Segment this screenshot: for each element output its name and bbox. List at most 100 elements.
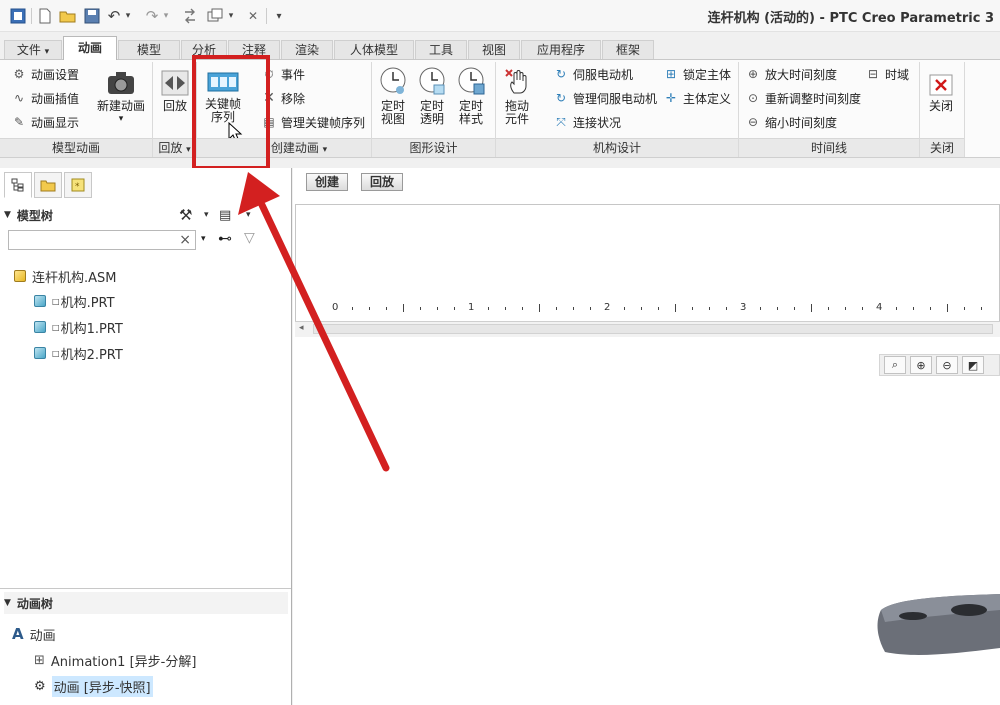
playback-tab-button[interactable]: 回放 [361,173,404,191]
zoom-in-icon[interactable]: ⊕ [910,356,932,374]
repaint-icon[interactable]: ◩ [962,356,984,374]
timed-view-button[interactable]: 定时 视图 [375,66,411,126]
tree-settings-dropdown-icon[interactable]: ▾ [204,210,209,220]
app-menu-icon[interactable] [8,7,28,25]
drag-hand-icon [502,66,532,96]
timed-style-button[interactable]: 定时 样式 [453,66,489,126]
undo-dropdown-icon[interactable]: ▾ [123,7,133,25]
scroll-thumb[interactable] [313,324,993,334]
manage-servo-icon: ↻ [555,91,567,105]
close-window-icon[interactable]: ✕ [245,7,261,25]
ruler-tick [947,304,948,312]
customize-toolbar-icon[interactable]: ▾ [272,7,286,25]
find-binoculars-icon[interactable]: ⊷ [218,231,232,247]
ruler-label: 3 [740,302,747,313]
ruler-tick [692,307,693,310]
filter-icon[interactable]: ▽ [244,230,255,246]
ruler-tick [930,307,931,310]
ruler-label: 4 [876,302,883,313]
tree-columns-dropdown-icon[interactable]: ▾ [246,210,251,220]
redo-icon[interactable]: ↷ [144,7,160,25]
animation-interpolation-item[interactable]: ∿ 动画插值 [10,88,79,108]
animation-item[interactable]: ⊞ Animation1 [异步-分解] [34,650,196,670]
drag-component-button[interactable]: 拖动 元件 [499,66,535,126]
animation-settings-item[interactable]: ⚙ 动画设置 [10,64,79,84]
tree-search-input[interactable]: × [8,230,196,250]
display-icon: ✎ [13,115,25,129]
ruler-tick [386,307,387,310]
create-button[interactable]: 创建 [306,173,349,191]
manage-keyframe-sequence-item[interactable]: ▤ 管理关键帧序列 [260,112,365,132]
tab-manikin[interactable]: 人体模型 [334,40,414,60]
rescale-timescale-item[interactable]: ⊙ 重新调整时间刻度 [744,88,861,108]
tree-item-part[interactable]: □ 机构.PRT [34,291,115,311]
ruler-tick [505,307,506,310]
interpolation-icon: ∿ [13,91,25,105]
tab-file[interactable]: 文件 ▾ [4,40,62,60]
connection-status-item[interactable]: ⤧ 连接状况 [552,112,621,132]
timeline-scrollbar[interactable]: ◂ [295,321,1000,337]
new-animation-button[interactable]: 新建动画 ▾ [92,70,150,126]
tab-applications[interactable]: 应用程序 [521,40,601,60]
time-domain-item[interactable]: ⊟ 时域 [864,64,909,84]
body-definition-item[interactable]: ✛ 主体定义 [662,88,731,108]
tab-tools[interactable]: 工具 [415,40,467,60]
model-tree-tab-icon[interactable] [4,172,32,198]
regenerate-icon[interactable] [181,7,199,25]
tab-framework[interactable]: 框架 [602,40,654,60]
servo-motor-item[interactable]: ↻ 伺服电动机 [552,64,633,84]
playback-button[interactable]: 回放 [156,70,194,113]
collapse-arrow-icon[interactable]: ▼ [4,598,11,608]
highlight-box [192,55,270,170]
manage-servo-motor-item[interactable]: ↻ 管理伺服电动机 [552,88,657,108]
animation-item-selected[interactable]: ⚙ 动画 [异步-快照] [34,675,153,697]
tree-settings-icon[interactable]: ⚒ [179,206,192,224]
timed-transparency-button[interactable]: 定时 透明 [414,66,450,126]
ruler-label: 2 [604,302,611,313]
collapse-arrow-icon[interactable]: ▼ [4,210,11,220]
timeline-panel [295,204,1000,336]
rescale-time-icon: ⊙ [747,91,759,105]
windows-dropdown-icon[interactable]: ▾ [226,7,236,25]
windows-icon[interactable] [206,7,224,25]
group-model-animation: 模型动画 [0,138,152,157]
ruler-tick [709,307,710,310]
refit-icon[interactable]: ⌕ [884,356,906,374]
tree-columns-icon[interactable]: ▤ [219,208,231,223]
redo-dropdown-icon[interactable]: ▾ [161,7,171,25]
animation-display-item[interactable]: ✎ 动画显示 [10,112,79,132]
favorites-tab-icon[interactable]: * [64,172,92,198]
folder-browser-tab-icon[interactable] [34,172,62,198]
close-button[interactable]: 关闭 [924,74,958,113]
ruler-tick [726,307,727,310]
group-timeline: 时间线 [739,138,919,157]
tree-item-assembly[interactable]: 连杆机构.ASM [14,266,117,286]
zoom-out-timescale-item[interactable]: ⊖ 缩小时间刻度 [744,112,837,132]
open-folder-icon[interactable] [58,7,78,25]
tree-item-part[interactable]: □ 机构1.PRT [34,317,123,337]
ruler-tick [437,307,438,310]
ruler-tick [590,307,591,310]
model-part-preview [873,588,1000,705]
undo-icon[interactable]: ↶ [106,7,122,25]
tab-model[interactable]: 模型 [118,40,180,60]
new-animation-dropdown-icon: ▾ [118,114,124,124]
zoom-in-timescale-item[interactable]: ⊕ 放大时间刻度 [744,64,837,84]
zoom-out-icon[interactable]: ⊖ [936,356,958,374]
tree-item-part[interactable]: □ 机构2.PRT [34,343,123,363]
ruler-tick [777,307,778,310]
tab-view[interactable]: 视图 [468,40,520,60]
save-icon[interactable] [83,7,101,25]
model-tree-header: ▼ 模型树 ⚒ ▾ ▤ ▾ [4,206,251,224]
clear-search-icon[interactable]: × [179,232,191,248]
ruler-tick [794,307,795,310]
scroll-left-icon[interactable]: ◂ [299,323,304,333]
search-dropdown-icon[interactable]: ▾ [201,234,206,244]
animation-tree-root[interactable]: A 动画 [12,624,56,644]
animation-root-icon: A [12,625,24,643]
lock-body-item[interactable]: ⊞ 锁定主体 [662,64,731,84]
animation-tree-header: ▼ 动画树 [4,592,288,614]
new-file-icon[interactable] [36,7,54,25]
tab-render[interactable]: 渲染 [281,40,333,60]
tab-animation[interactable]: 动画 [63,36,117,60]
